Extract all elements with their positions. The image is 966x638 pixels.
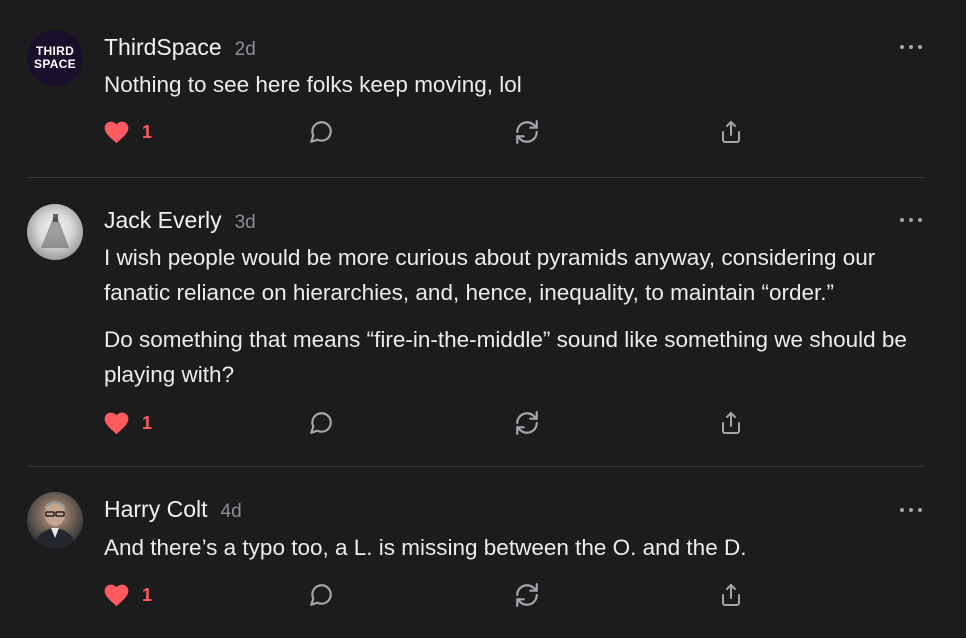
ellipsis-icon xyxy=(918,45,922,49)
like-count: 1 xyxy=(142,121,153,142)
restack-button[interactable] xyxy=(514,582,540,608)
comment-paragraph: I wish people would be more curious abou… xyxy=(104,245,876,305)
refresh-arrows-icon xyxy=(516,411,538,435)
comment-header: Jack Everly 3d xyxy=(104,207,256,234)
ellipsis-icon xyxy=(909,45,913,49)
comment-actions: 1 xyxy=(104,582,754,608)
heart-icon xyxy=(104,121,129,143)
more-options-button[interactable] xyxy=(900,507,922,513)
share-button[interactable] xyxy=(719,582,743,608)
speech-bubble-icon xyxy=(310,121,332,143)
timestamp[interactable]: 3d xyxy=(235,212,256,234)
like-button[interactable]: 1 xyxy=(104,582,152,608)
avatar[interactable] xyxy=(27,492,83,548)
reply-button[interactable] xyxy=(308,410,334,436)
comment-paragraph: Nothing to see here folks keep moving, l… xyxy=(104,72,522,97)
like-count: 1 xyxy=(142,412,153,433)
like-button[interactable]: 1 xyxy=(104,410,152,436)
share-button[interactable] xyxy=(719,119,743,145)
more-options-button[interactable] xyxy=(900,217,922,223)
reply-button[interactable] xyxy=(308,119,334,145)
avatar[interactable] xyxy=(27,204,83,260)
restack-button[interactable] xyxy=(514,119,540,145)
more-options-button[interactable] xyxy=(900,44,922,50)
refresh-arrows-icon xyxy=(516,120,538,144)
reply-button[interactable] xyxy=(308,582,334,608)
comment-body: I wish people would be more curious abou… xyxy=(104,240,934,392)
heart-icon xyxy=(104,412,129,434)
like-count: 1 xyxy=(142,584,153,605)
timestamp[interactable]: 4d xyxy=(221,501,242,523)
share-upload-icon xyxy=(722,584,740,606)
speech-bubble-icon xyxy=(310,584,332,606)
ellipsis-icon xyxy=(909,508,913,512)
like-button[interactable]: 1 xyxy=(104,119,152,145)
avatar-image xyxy=(41,214,69,248)
comment-paragraph: And there’s a typo too, a L. is missing … xyxy=(104,535,747,560)
comment: Harry Colt 4d And there’s a typo too, a … xyxy=(0,467,966,638)
restack-button[interactable] xyxy=(514,410,540,436)
comment-paragraph: Do something that means “fire-in-the-mid… xyxy=(104,327,907,387)
author-name[interactable]: ThirdSpace xyxy=(104,34,222,61)
avatar-text-line: SPACE xyxy=(34,57,76,71)
share-upload-icon xyxy=(722,412,740,434)
avatar-image xyxy=(33,501,77,548)
comment-actions: 1 xyxy=(104,119,754,145)
ellipsis-icon xyxy=(900,218,904,222)
comment-body: And there’s a typo too, a L. is missing … xyxy=(104,530,934,565)
comment-body: Nothing to see here folks keep moving, l… xyxy=(104,67,934,102)
comment: THIRD SPACE ThirdSpace 2d Nothing to see… xyxy=(0,0,966,178)
ellipsis-icon xyxy=(918,218,922,222)
comment-header: ThirdSpace 2d xyxy=(104,34,256,61)
avatar[interactable]: THIRD SPACE xyxy=(27,30,83,86)
ellipsis-icon xyxy=(900,508,904,512)
share-upload-icon xyxy=(722,121,740,143)
ellipsis-icon xyxy=(900,45,904,49)
comment-header: Harry Colt 4d xyxy=(104,496,242,523)
timestamp[interactable]: 2d xyxy=(235,39,256,61)
ellipsis-icon xyxy=(918,508,922,512)
heart-icon xyxy=(104,584,129,606)
comment-actions: 1 xyxy=(104,410,754,436)
author-name[interactable]: Jack Everly xyxy=(104,207,222,234)
comment: Jack Everly 3d I wish people would be mo… xyxy=(0,178,966,467)
author-name[interactable]: Harry Colt xyxy=(104,496,208,523)
ellipsis-icon xyxy=(909,218,913,222)
speech-bubble-icon xyxy=(310,412,332,434)
share-button[interactable] xyxy=(719,410,743,436)
refresh-arrows-icon xyxy=(516,583,538,607)
